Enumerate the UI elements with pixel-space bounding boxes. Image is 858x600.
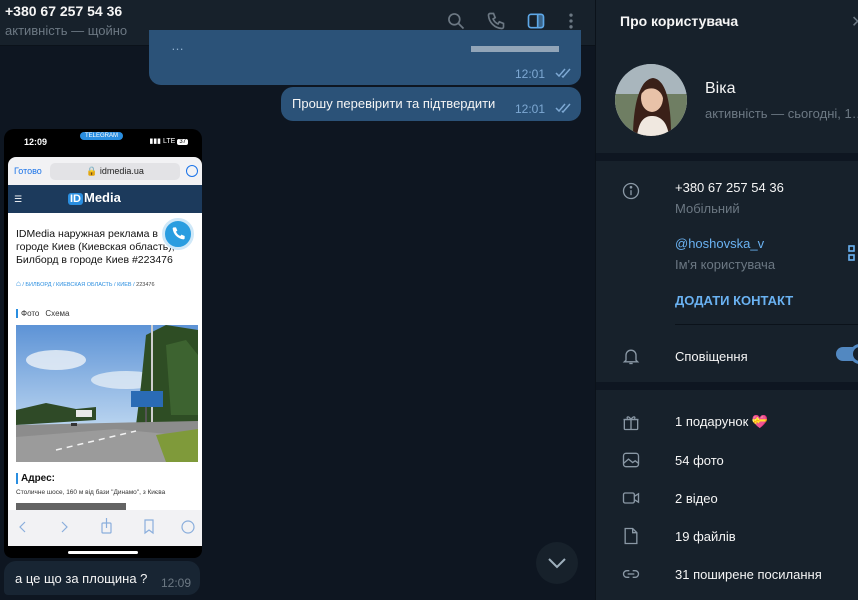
hamburger-icon: ☰ — [14, 194, 23, 204]
notifications-label: Сповіщення — [675, 349, 748, 364]
ios-time: 12:09 — [24, 137, 48, 147]
chat-area: +380 67 257 54 36 активність — щойно … 1… — [0, 0, 595, 600]
gifts-item[interactable]: 1 подарунок 💝 — [675, 414, 768, 430]
info-icon — [620, 180, 642, 202]
site-tabs: Фото Схема — [16, 309, 69, 318]
crumb-links: / БИЛБОРД / КИЕВСКАЯ ОБЛАСТЬ / КИЕВ / — [20, 282, 137, 288]
logo-id: ID — [68, 193, 83, 205]
site-body: IDMedia наружная реклама в городе Киев (… — [8, 213, 202, 510]
safari-more-icon — [186, 165, 198, 177]
chevron-down-icon — [548, 558, 566, 569]
message-text: … — [171, 38, 184, 53]
message-outgoing[interactable]: … 12:01 — [149, 30, 581, 85]
message-text: а це що за площина ? — [15, 571, 148, 586]
profile-name: Віка — [705, 80, 736, 97]
safari-done-button: Готово — [14, 166, 42, 176]
media-preview — [471, 46, 559, 52]
screenshot-image[interactable]: 12:09 TELEGRAM ▮▮▮ LTE 37 Готово 🔒 idmedi… — [4, 129, 202, 558]
cut-text — [16, 503, 126, 510]
ios-status-bar: 12:09 TELEGRAM ▮▮▮ LTE 37 — [4, 129, 202, 153]
message-text: Прошу перевірити та підтвердити — [292, 96, 496, 111]
photos-item[interactable]: 54 фото — [675, 453, 724, 468]
avatar[interactable] — [615, 64, 687, 136]
tab-scheme: Схема — [45, 309, 70, 318]
phone-number[interactable]: +380 67 257 54 36 — [675, 180, 784, 195]
tab-photo: Фото — [16, 309, 40, 318]
add-contact-button[interactable]: ДОДАТИ КОНТАКТ — [675, 293, 793, 308]
billboard-photo — [16, 325, 198, 462]
phone-label: Мобільний — [675, 201, 740, 216]
call-button-icon — [162, 218, 194, 250]
divider — [596, 382, 858, 390]
ios-indicators: ▮▮▮ LTE 37 — [149, 137, 188, 145]
username-label: Ім'я користувача — [675, 257, 776, 272]
close-icon[interactable]: ✕ — [851, 12, 858, 32]
user-info-panel: Про користувача ✕ Віка активність — сьог… — [595, 0, 858, 600]
videos-item[interactable]: 2 відео — [675, 491, 718, 506]
message-time: 12:01 — [515, 102, 546, 116]
links-item[interactable]: 31 поширене посилання — [675, 567, 822, 582]
bell-icon — [620, 345, 642, 367]
site-breadcrumb: ⌂ / БИЛБОРД / КИЕВСКАЯ ОБЛАСТЬ / КИЕВ / … — [16, 279, 155, 288]
read-checks-icon — [555, 68, 571, 78]
signal-icon: ▮▮▮ — [149, 138, 162, 145]
safari-url: 🔒 idmedia.ua — [50, 163, 180, 180]
site-navbar: ☰ ID Media — [8, 185, 202, 213]
more-options-icon[interactable] — [560, 10, 582, 32]
search-icon[interactable] — [445, 10, 467, 32]
safari-address-bar: Готово 🔒 idmedia.ua — [8, 157, 202, 185]
battery-icon: 37 — [177, 139, 188, 145]
crumb-tail: 223476 — [136, 282, 155, 288]
toggle-knob[interactable] — [850, 344, 858, 364]
phone-call-icon[interactable] — [485, 10, 507, 32]
panel-title: Про користувача — [620, 13, 739, 29]
site-logo: ID Media — [68, 190, 121, 205]
message-outgoing[interactable]: Прошу перевірити та підтвердити 12:01 — [281, 87, 581, 121]
file-icon — [620, 525, 642, 547]
address-title: Адрес: — [16, 473, 55, 484]
sidebar-toggle-icon[interactable] — [525, 10, 547, 32]
telegram-pill: TELEGRAM — [80, 132, 124, 140]
read-checks-icon — [555, 103, 571, 113]
logo-text: Media — [84, 190, 121, 205]
address-text: Столичне шосе, 160 м від бази "Динамо", … — [16, 489, 166, 496]
profile-status: активність — сьогодні, 1… — [705, 106, 858, 121]
message-time: 12:01 — [515, 67, 546, 81]
photo-icon — [620, 449, 642, 471]
scroll-down-button[interactable] — [536, 542, 578, 584]
message-time: 12:09 — [161, 576, 192, 590]
qr-code-icon[interactable] — [846, 244, 858, 262]
video-icon — [620, 487, 642, 509]
files-item[interactable]: 19 файлів — [675, 529, 736, 544]
chat-status: активність — щойно — [5, 23, 128, 38]
chat-title[interactable]: +380 67 257 54 36 — [5, 3, 122, 19]
network-label: LTE — [162, 138, 176, 145]
divider-line — [675, 324, 858, 325]
safari-toolbar — [8, 510, 202, 546]
telegram-window: +380 67 257 54 36 активність — щойно … 1… — [0, 0, 858, 600]
divider — [596, 153, 858, 161]
username-link[interactable]: @hoshovska_v — [675, 236, 764, 251]
link-icon — [620, 563, 642, 585]
message-incoming[interactable]: а це що за площина ? 12:09 — [4, 561, 200, 595]
gift-icon — [620, 411, 642, 433]
home-indicator — [68, 551, 138, 554]
